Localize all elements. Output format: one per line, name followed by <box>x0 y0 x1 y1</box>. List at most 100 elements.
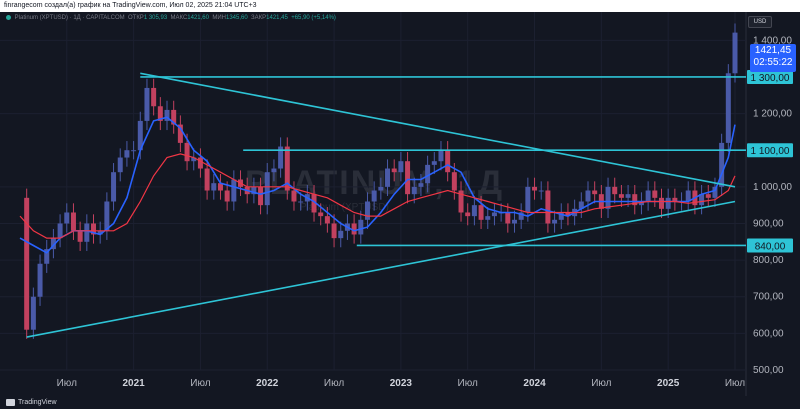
candle-body <box>324 216 330 224</box>
y-tick-label: 1 200,00 <box>753 109 792 120</box>
candle-body <box>418 183 424 187</box>
fast-moving-average-line <box>19 116 736 254</box>
candle-body <box>318 212 324 217</box>
candle-body <box>258 186 264 206</box>
candle-body <box>197 157 203 169</box>
publish-caption: finrangecom создал(а) график на TradingV… <box>0 0 800 12</box>
currency-button[interactable]: USD <box>748 16 772 28</box>
level-price-label: 840,00 <box>755 241 786 252</box>
candle-body <box>331 223 337 239</box>
candle-body <box>545 190 551 224</box>
close-value: 1421,45 <box>266 15 288 22</box>
level-price-label: 1 300,00 <box>751 73 790 84</box>
x-tick-label: Июл <box>725 378 745 389</box>
candle-body <box>111 172 117 202</box>
candle-body <box>465 212 471 217</box>
candle-body <box>585 190 591 202</box>
candle-body <box>592 190 598 195</box>
candle-body <box>485 216 491 220</box>
y-tick-label: 500,00 <box>753 365 784 376</box>
candle-body <box>298 201 304 203</box>
candle-body <box>104 201 110 231</box>
candle-body <box>665 197 671 209</box>
candle-body <box>552 219 558 224</box>
x-tick-label: 2024 <box>523 378 546 389</box>
candle-body <box>264 172 270 206</box>
x-tick-label: Июл <box>458 378 478 389</box>
x-tick-label: Июл <box>57 378 77 389</box>
candle-body <box>184 142 190 162</box>
candle-body <box>732 32 738 74</box>
candle-body <box>431 161 437 165</box>
y-tick-label: 700,00 <box>753 292 784 303</box>
candle-body <box>378 186 384 191</box>
trendline <box>26 200 736 338</box>
candle-body <box>77 230 83 242</box>
symbol-label: Platinum (XPTUSD) · 1Д · CAPITALCOM <box>14 15 125 22</box>
candle-body <box>24 197 30 330</box>
candle-body <box>338 230 344 239</box>
candle-body <box>364 201 370 220</box>
candle-body <box>505 212 511 224</box>
candle-body <box>271 168 277 173</box>
candle-body <box>405 161 411 195</box>
candle-body <box>224 190 230 202</box>
y-tick-label: 1 000,00 <box>753 182 792 193</box>
candle-body <box>124 150 130 158</box>
candle-body <box>371 190 377 202</box>
x-tick-label: 2022 <box>256 378 279 389</box>
candle-body <box>398 161 404 173</box>
candle-body <box>438 150 444 162</box>
candle-body <box>612 186 618 195</box>
candle-body <box>411 186 417 195</box>
candle-body <box>445 150 451 173</box>
candle-body <box>658 197 664 209</box>
candle-body <box>231 179 237 202</box>
candle-body <box>211 183 217 191</box>
status-dot-icon <box>6 15 11 20</box>
x-tick-label: 2021 <box>122 378 145 389</box>
chart-plot[interactable]: 1 400,001 200,001 000,00900,00800,00700,… <box>0 12 800 396</box>
change-value: +65,90 (+5,14%) <box>291 15 336 22</box>
bar-countdown: 02:55:22 <box>753 57 793 68</box>
candle-body <box>144 87 150 121</box>
candle-body <box>385 168 391 187</box>
candle-body <box>84 223 90 242</box>
x-tick-label: 2025 <box>657 378 680 389</box>
candle-body <box>525 186 531 213</box>
candle-body <box>538 190 544 192</box>
level-price-label: 1 100,00 <box>751 146 790 157</box>
candle-body <box>151 87 157 107</box>
x-tick-label: 2023 <box>390 378 413 389</box>
footer-brand: TradingView <box>0 396 800 409</box>
candle-body <box>37 263 43 297</box>
candle-body <box>478 205 484 220</box>
chart-window: finrangecom создал(а) график на TradingV… <box>0 0 800 409</box>
candle-body <box>705 194 711 198</box>
ohlc-legend: Platinum (XPTUSD) · 1Д · CAPITALCOM ОТКР… <box>6 15 336 21</box>
candle-body <box>618 194 624 198</box>
candle-body <box>30 296 36 330</box>
candle-body <box>358 219 364 235</box>
candle-body <box>391 168 397 173</box>
candle-body <box>625 194 631 198</box>
candle-body <box>451 172 457 191</box>
candle-body <box>605 186 611 209</box>
price-chart[interactable]: PLATINUM, 1Д Platinum (XPTUSD) 1 400,00 1… <box>0 12 800 396</box>
x-tick-label: Июл <box>591 378 611 389</box>
candle-body <box>117 157 123 173</box>
candle-body <box>471 205 477 217</box>
candle-body <box>57 223 63 239</box>
candle-body <box>131 150 137 152</box>
candle-body <box>725 73 731 143</box>
x-tick-label: Июл <box>324 378 344 389</box>
tradingview-logo-icon <box>6 398 15 406</box>
candle-body <box>64 212 70 224</box>
low-value: 1345,60 <box>226 15 248 22</box>
candle-body <box>70 212 76 231</box>
candle-body <box>491 212 497 217</box>
candle-body <box>204 168 210 191</box>
y-tick-label: 900,00 <box>753 218 784 229</box>
y-tick-label: 800,00 <box>753 255 784 266</box>
candle-body <box>511 219 517 224</box>
